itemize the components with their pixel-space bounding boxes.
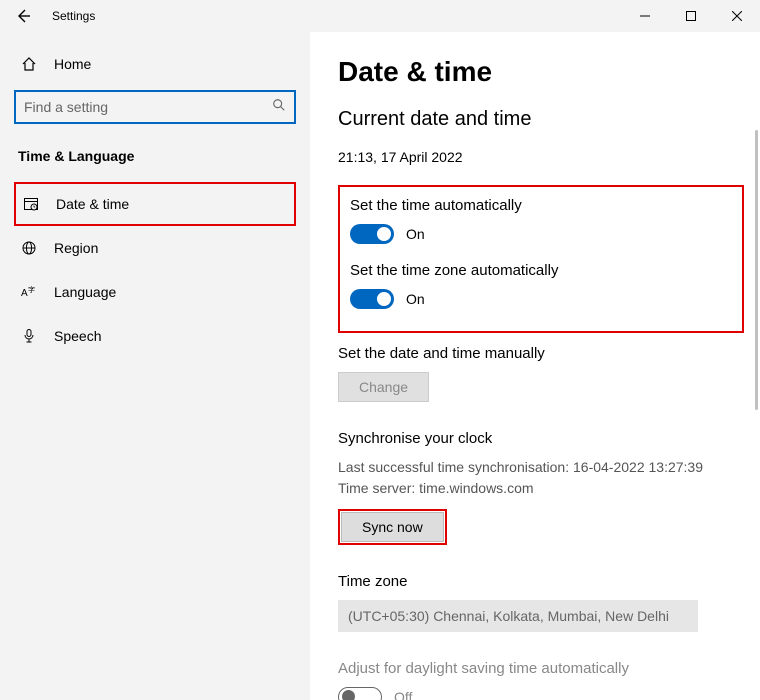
- close-icon: [732, 11, 742, 21]
- current-datetime: 21:13, 17 April 2022: [338, 149, 744, 165]
- tz-heading: Time zone: [338, 573, 744, 590]
- search-input-container[interactable]: [14, 90, 296, 124]
- close-button[interactable]: [714, 0, 760, 32]
- sidebar-item-label: Language: [54, 284, 116, 300]
- calendar-clock-icon: [22, 196, 40, 212]
- timezone-select[interactable]: (UTC+05:30) Chennai, Kolkata, Mumbai, Ne…: [338, 600, 698, 632]
- search-input[interactable]: [24, 99, 272, 115]
- set-time-auto-toggle[interactable]: [350, 224, 394, 244]
- search-icon: [272, 98, 286, 117]
- minimize-icon: [640, 11, 650, 21]
- arrow-left-icon: [15, 8, 31, 24]
- sidebar-item-date-time[interactable]: Date & time: [14, 182, 296, 226]
- sync-heading: Synchronise your clock: [338, 430, 744, 447]
- sidebar-item-label: Speech: [54, 328, 101, 344]
- change-button[interactable]: Change: [338, 372, 429, 402]
- set-manual-label: Set the date and time manually: [338, 345, 744, 362]
- microphone-icon: [20, 328, 38, 344]
- home-icon: [20, 56, 38, 72]
- auto-settings-highlight: Set the time automatically On Set the ti…: [338, 185, 744, 333]
- set-tz-auto-state: On: [406, 291, 425, 307]
- section-current-heading: Current date and time: [338, 108, 744, 131]
- sync-server-text: Time server: time.windows.com: [338, 478, 744, 499]
- sidebar-category-title: Time & Language: [14, 148, 296, 164]
- minimize-button[interactable]: [622, 0, 668, 32]
- sidebar-item-region[interactable]: Region: [14, 226, 296, 270]
- dst-label: Adjust for daylight saving time automati…: [338, 660, 744, 677]
- window-controls: [622, 0, 760, 32]
- titlebar: Settings: [0, 0, 760, 32]
- nav-home-label: Home: [54, 56, 91, 72]
- dst-toggle[interactable]: [338, 687, 382, 700]
- back-button[interactable]: [0, 0, 46, 32]
- globe-icon: [20, 240, 38, 256]
- maximize-button[interactable]: [668, 0, 714, 32]
- nav-home[interactable]: Home: [14, 42, 296, 86]
- sidebar-item-label: Region: [54, 240, 98, 256]
- set-time-auto-label: Set the time automatically: [350, 197, 732, 214]
- sidebar-item-speech[interactable]: Speech: [14, 314, 296, 358]
- maximize-icon: [686, 11, 696, 21]
- svg-text:A: A: [21, 288, 28, 299]
- dst-state: Off: [394, 689, 412, 700]
- sync-now-button[interactable]: Sync now: [341, 512, 444, 542]
- set-tz-auto-label: Set the time zone automatically: [350, 262, 732, 279]
- scrollbar[interactable]: [755, 130, 758, 410]
- svg-text:字: 字: [28, 285, 35, 294]
- sync-last-text: Last successful time synchronisation: 16…: [338, 457, 744, 478]
- set-time-auto-state: On: [406, 226, 425, 242]
- language-icon: A字: [20, 284, 38, 300]
- sidebar-item-label: Date & time: [56, 196, 129, 212]
- sidebar: Home Time & Language Date & time Region …: [0, 32, 310, 700]
- set-tz-auto-toggle[interactable]: [350, 289, 394, 309]
- sidebar-item-language[interactable]: A字 Language: [14, 270, 296, 314]
- content-area: Date & time Current date and time 21:13,…: [310, 32, 760, 700]
- sync-button-highlight: Sync now: [338, 509, 447, 545]
- page-title: Date & time: [338, 56, 744, 88]
- window-title: Settings: [52, 9, 95, 23]
